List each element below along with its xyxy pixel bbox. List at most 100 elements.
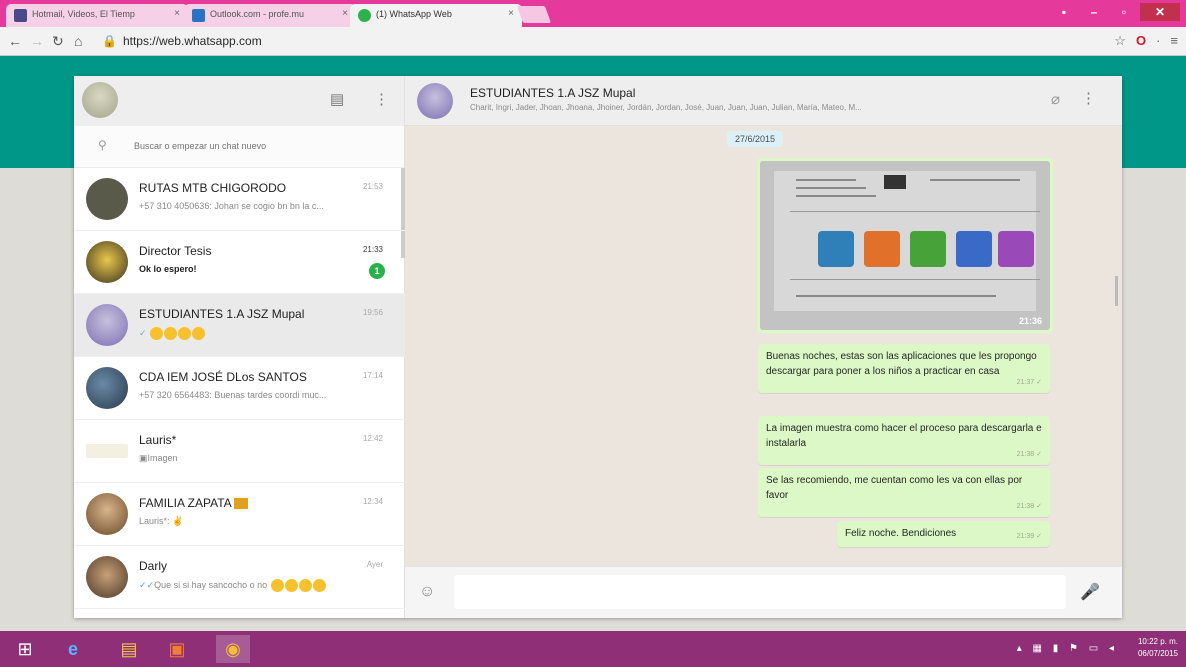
- preview-text: Que si si hay sancocho o no: [154, 579, 268, 590]
- image-time: 21:36: [1018, 316, 1042, 326]
- browser-tabstrip: Hotmail, Videos, El Tiemp × Outlook.com …: [0, 0, 1186, 27]
- text-line: [930, 179, 1020, 181]
- bookmark-star-icon[interactable]: ☆: [1114, 33, 1126, 49]
- file-explorer-icon[interactable]: ▤: [112, 635, 146, 663]
- chat-name: FAMILIA ZAPATA: [139, 496, 354, 510]
- forward-icon[interactable]: →: [30, 33, 44, 49]
- chat-item-director-tesis[interactable]: Director Tesis 21:33 Ok lo espero! 1: [74, 231, 405, 294]
- search-input[interactable]: [134, 136, 384, 156]
- internet-explorer-icon[interactable]: e: [56, 635, 90, 663]
- text-line: [796, 195, 876, 197]
- group-avatar[interactable]: [417, 83, 453, 119]
- opera-extension-icon[interactable]: O: [1136, 33, 1146, 49]
- chat-preview: ▣Imagen: [139, 453, 384, 464]
- conversation-pane: ESTUDIANTES 1.A JSZ Mupal Charit, Ingri,…: [405, 76, 1122, 618]
- media-player-icon[interactable]: ▣: [160, 635, 194, 663]
- emoji-icon: [284, 579, 298, 592]
- chat-preview: Lauris*: ✌: [139, 516, 384, 527]
- taskbar: ⊞ e ▤ ▣ ◉ ▴ ▦ ▮ ⚑ ▭ ◂ 10:22 p. m. 06/07/…: [0, 631, 1186, 667]
- extension-icon[interactable]: ·: [1156, 33, 1160, 49]
- read-tick-icon: ✓: [139, 327, 147, 338]
- chat-name: Darly: [139, 559, 168, 573]
- new-chat-icon[interactable]: ▤: [330, 90, 344, 108]
- browser-menu-icon[interactable]: ≡: [1170, 33, 1178, 49]
- clock-date: 06/07/2015: [1137, 649, 1178, 658]
- home-icon[interactable]: ⌂: [74, 33, 82, 49]
- reload-icon[interactable]: ↻: [52, 33, 64, 50]
- chat-preview: Ok lo espero!: [139, 264, 197, 274]
- avatar: [86, 241, 128, 283]
- user-icon[interactable]: ▪: [1050, 3, 1078, 21]
- emoji-icon: [298, 579, 312, 592]
- browser-tab-hotmail[interactable]: Hotmail, Videos, El Tiemp ×: [6, 4, 188, 27]
- avatar: [86, 178, 128, 220]
- chat-time: 21:53: [362, 182, 383, 191]
- chrome-icon[interactable]: ◉: [216, 635, 250, 663]
- chat-item-rutas-mtb[interactable]: RUTAS MTB CHIGORODO 21:53 +57 310 405063…: [74, 168, 405, 231]
- close-tab-icon[interactable]: ×: [508, 8, 514, 19]
- message-scrollbar[interactable]: [1115, 276, 1118, 306]
- tab-label: Outlook.com - profe.mu: [210, 9, 305, 19]
- menu-icon[interactable]: ⋮: [374, 90, 389, 108]
- chat-name: ESTUDIANTES 1.A JSZ Mupal: [139, 307, 305, 321]
- chat-item-darly[interactable]: Darly Ayer ✓✓Que si si hay sancocho o no: [74, 546, 405, 609]
- close-tab-icon[interactable]: ×: [174, 8, 180, 19]
- maximize-icon[interactable]: ▫: [1110, 3, 1138, 21]
- chat-name-text: FAMILIA ZAPATA: [139, 496, 232, 510]
- chat-name: CDA IEM JOSÉ DLos SANTOS: [139, 370, 307, 384]
- read-tick-icon: ✓✓: [139, 579, 155, 590]
- new-tab-button[interactable]: [516, 6, 552, 23]
- chat-item-cda-iem[interactable]: CDA IEM JOSÉ DLos SANTOS 17:14 +57 320 6…: [74, 357, 405, 420]
- conversation-header[interactable]: ESTUDIANTES 1.A JSZ Mupal Charit, Ingri,…: [405, 76, 1122, 126]
- play-store-icon: [884, 175, 906, 189]
- page: ▤ ⋮ ⚲ RUTAS MTB CHIGORODO 21:53 +57 310 …: [0, 56, 1186, 631]
- browser-tab-outlook[interactable]: Outlook.com - profe.mu ×: [184, 4, 356, 27]
- my-avatar[interactable]: [82, 82, 118, 118]
- whatsapp-favicon-icon: [358, 9, 371, 22]
- browser-tab-whatsapp[interactable]: (1) WhatsApp Web ×: [350, 4, 522, 27]
- chat-preview: +57 320 6564483: Buenas tardes coordi mu…: [139, 390, 327, 400]
- chat-item-lauris[interactable]: Lauris* 12:42 ▣Imagen: [74, 420, 405, 483]
- chat-item-estudiantes[interactable]: ESTUDIANTES 1.A JSZ Mupal 19:56 ✓: [74, 294, 405, 357]
- outlook-favicon-icon: [192, 9, 205, 22]
- app-icon: [864, 231, 900, 267]
- close-window-icon[interactable]: ✕: [1140, 3, 1180, 21]
- avatar: [86, 444, 128, 458]
- windows-start-icon[interactable]: ⊞: [8, 635, 42, 663]
- chat-preview: +57 310 4050636: Johan se cogio bn bn la…: [139, 201, 324, 211]
- message-area: 27/6/2015 21:36 Buenas noches, estas son…: [405, 126, 1122, 566]
- message-input[interactable]: [454, 575, 1066, 609]
- hotmail-favicon-icon: [14, 9, 27, 22]
- unread-badge: 1: [369, 263, 385, 279]
- address-bar[interactable]: 🔒 https://web.whatsapp.com: [102, 34, 262, 48]
- back-icon[interactable]: ←: [8, 33, 22, 49]
- preview-text: Imagen: [147, 453, 178, 463]
- message-bubble: Buenas noches, estas son las aplicacione…: [758, 344, 1050, 393]
- image-message[interactable]: 21:36: [757, 158, 1053, 333]
- tab-label: (1) WhatsApp Web: [376, 9, 452, 19]
- avatar: [86, 367, 128, 409]
- minimize-icon[interactable]: –: [1080, 3, 1108, 21]
- chat-preview: ✓✓Que si si hay sancocho o no: [139, 579, 384, 592]
- menu-icon[interactable]: ⋮: [1081, 89, 1096, 107]
- group-title: ESTUDIANTES 1.A JSZ Mupal: [470, 86, 636, 100]
- text-line: [796, 179, 856, 181]
- system-tray[interactable]: ▴ ▦ ▮ ⚑ ▭ ◂: [1017, 643, 1118, 654]
- search-icon: ⚲: [98, 138, 107, 152]
- app-icon: [818, 231, 854, 267]
- emoji-icon[interactable]: ☺: [419, 583, 435, 601]
- whatsapp-app: ▤ ⋮ ⚲ RUTAS MTB CHIGORODO 21:53 +57 310 …: [74, 76, 1122, 618]
- paperclip-icon[interactable]: ⌀: [1051, 90, 1060, 108]
- chat-item-familia-zapata[interactable]: FAMILIA ZAPATA 12:34 Lauris*: ✌: [74, 483, 405, 546]
- message-time: 21:38 ✓: [1016, 451, 1042, 458]
- emoji-icon: [192, 327, 206, 340]
- message-time: 21:37 ✓: [1016, 379, 1042, 386]
- message-time: 21:39 ✓: [1016, 533, 1042, 540]
- close-tab-icon[interactable]: ×: [342, 8, 348, 19]
- browser-toolbar: ← → ↻ ⌂ 🔒 https://web.whatsapp.com ☆ O · …: [0, 27, 1186, 56]
- image-thumbnail[interactable]: 21:36: [760, 161, 1050, 330]
- microphone-icon[interactable]: 🎤: [1080, 582, 1100, 602]
- chat-name: Lauris*: [139, 433, 177, 447]
- taskbar-clock[interactable]: 10:22 p. m. 06/07/2015: [1138, 636, 1178, 660]
- avatar: [86, 304, 128, 346]
